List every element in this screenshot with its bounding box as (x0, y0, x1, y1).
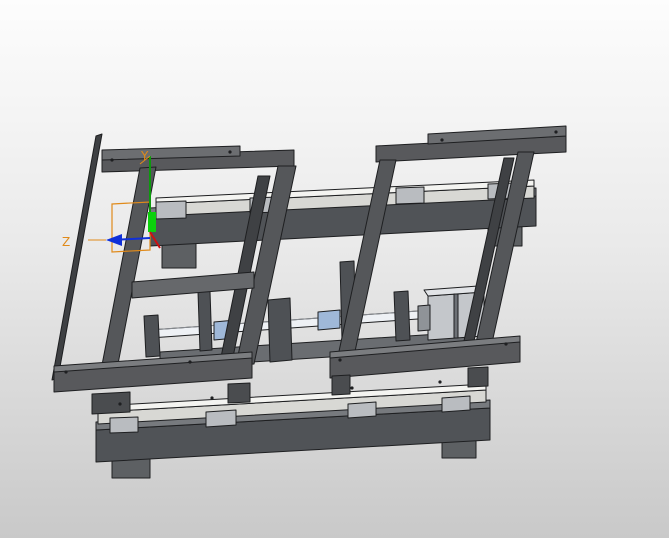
graphics-viewport[interactable]: Y Z (0, 0, 669, 538)
y-axis-label: Y (140, 149, 149, 163)
right-frame[interactable] (329, 125, 567, 396)
z-axis-label: Z (62, 235, 70, 249)
left-frame[interactable] (51, 133, 297, 415)
cad-assembly-model[interactable]: Y Z (0, 0, 669, 538)
